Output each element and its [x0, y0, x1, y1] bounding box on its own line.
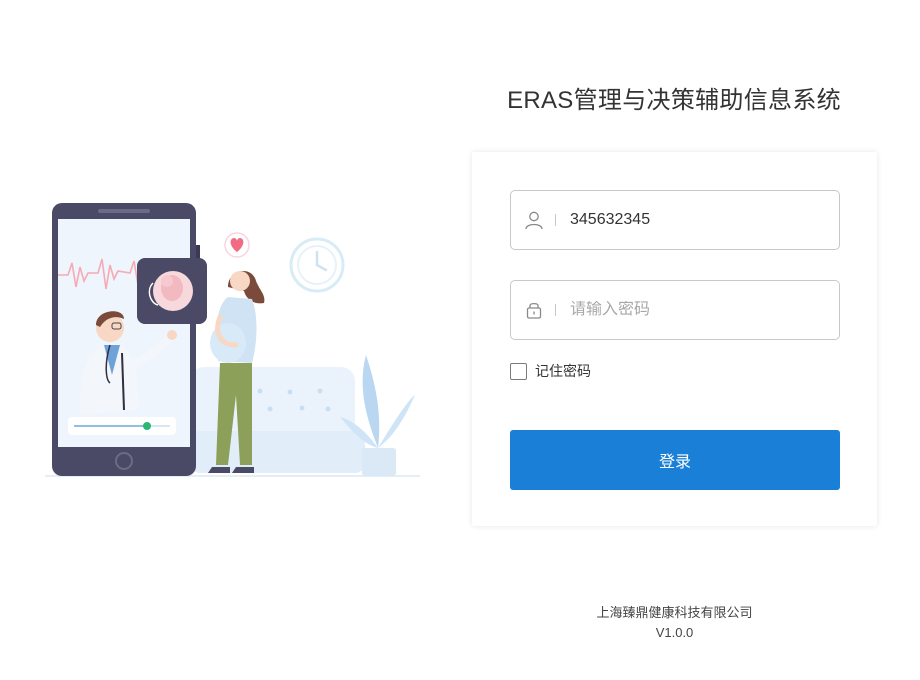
company-name: 上海臻鼎健康科技有限公司	[596, 605, 753, 620]
username-input[interactable]	[570, 211, 820, 229]
page-title: ERAS管理与决策辅助信息系统	[507, 87, 841, 114]
field-separator	[555, 304, 556, 316]
remember-password-label: 记住密码	[535, 363, 591, 379]
login-page: ERAS管理与决策辅助信息系统 记住密码 登录 上海臻鼎健康科技有限公司 V1.…	[0, 0, 920, 680]
password-field[interactable]	[510, 280, 840, 340]
login-card: 记住密码 登录	[472, 152, 877, 526]
checkbox-box[interactable]	[510, 362, 527, 380]
lock-icon	[523, 299, 545, 321]
version-label: V1.0.0	[655, 625, 694, 640]
heart-icon	[224, 232, 250, 258]
footer: 上海臻鼎健康科技有限公司 V1.0.0	[472, 603, 877, 643]
password-input[interactable]	[570, 301, 820, 319]
username-field[interactable]	[510, 190, 840, 250]
login-button[interactable]: 登录	[510, 430, 840, 490]
user-icon	[523, 209, 545, 231]
field-separator	[555, 214, 556, 226]
hero-illustration	[45, 203, 420, 477]
remember-password-checkbox[interactable]: 记住密码	[510, 361, 591, 381]
clock-icon	[289, 237, 345, 293]
